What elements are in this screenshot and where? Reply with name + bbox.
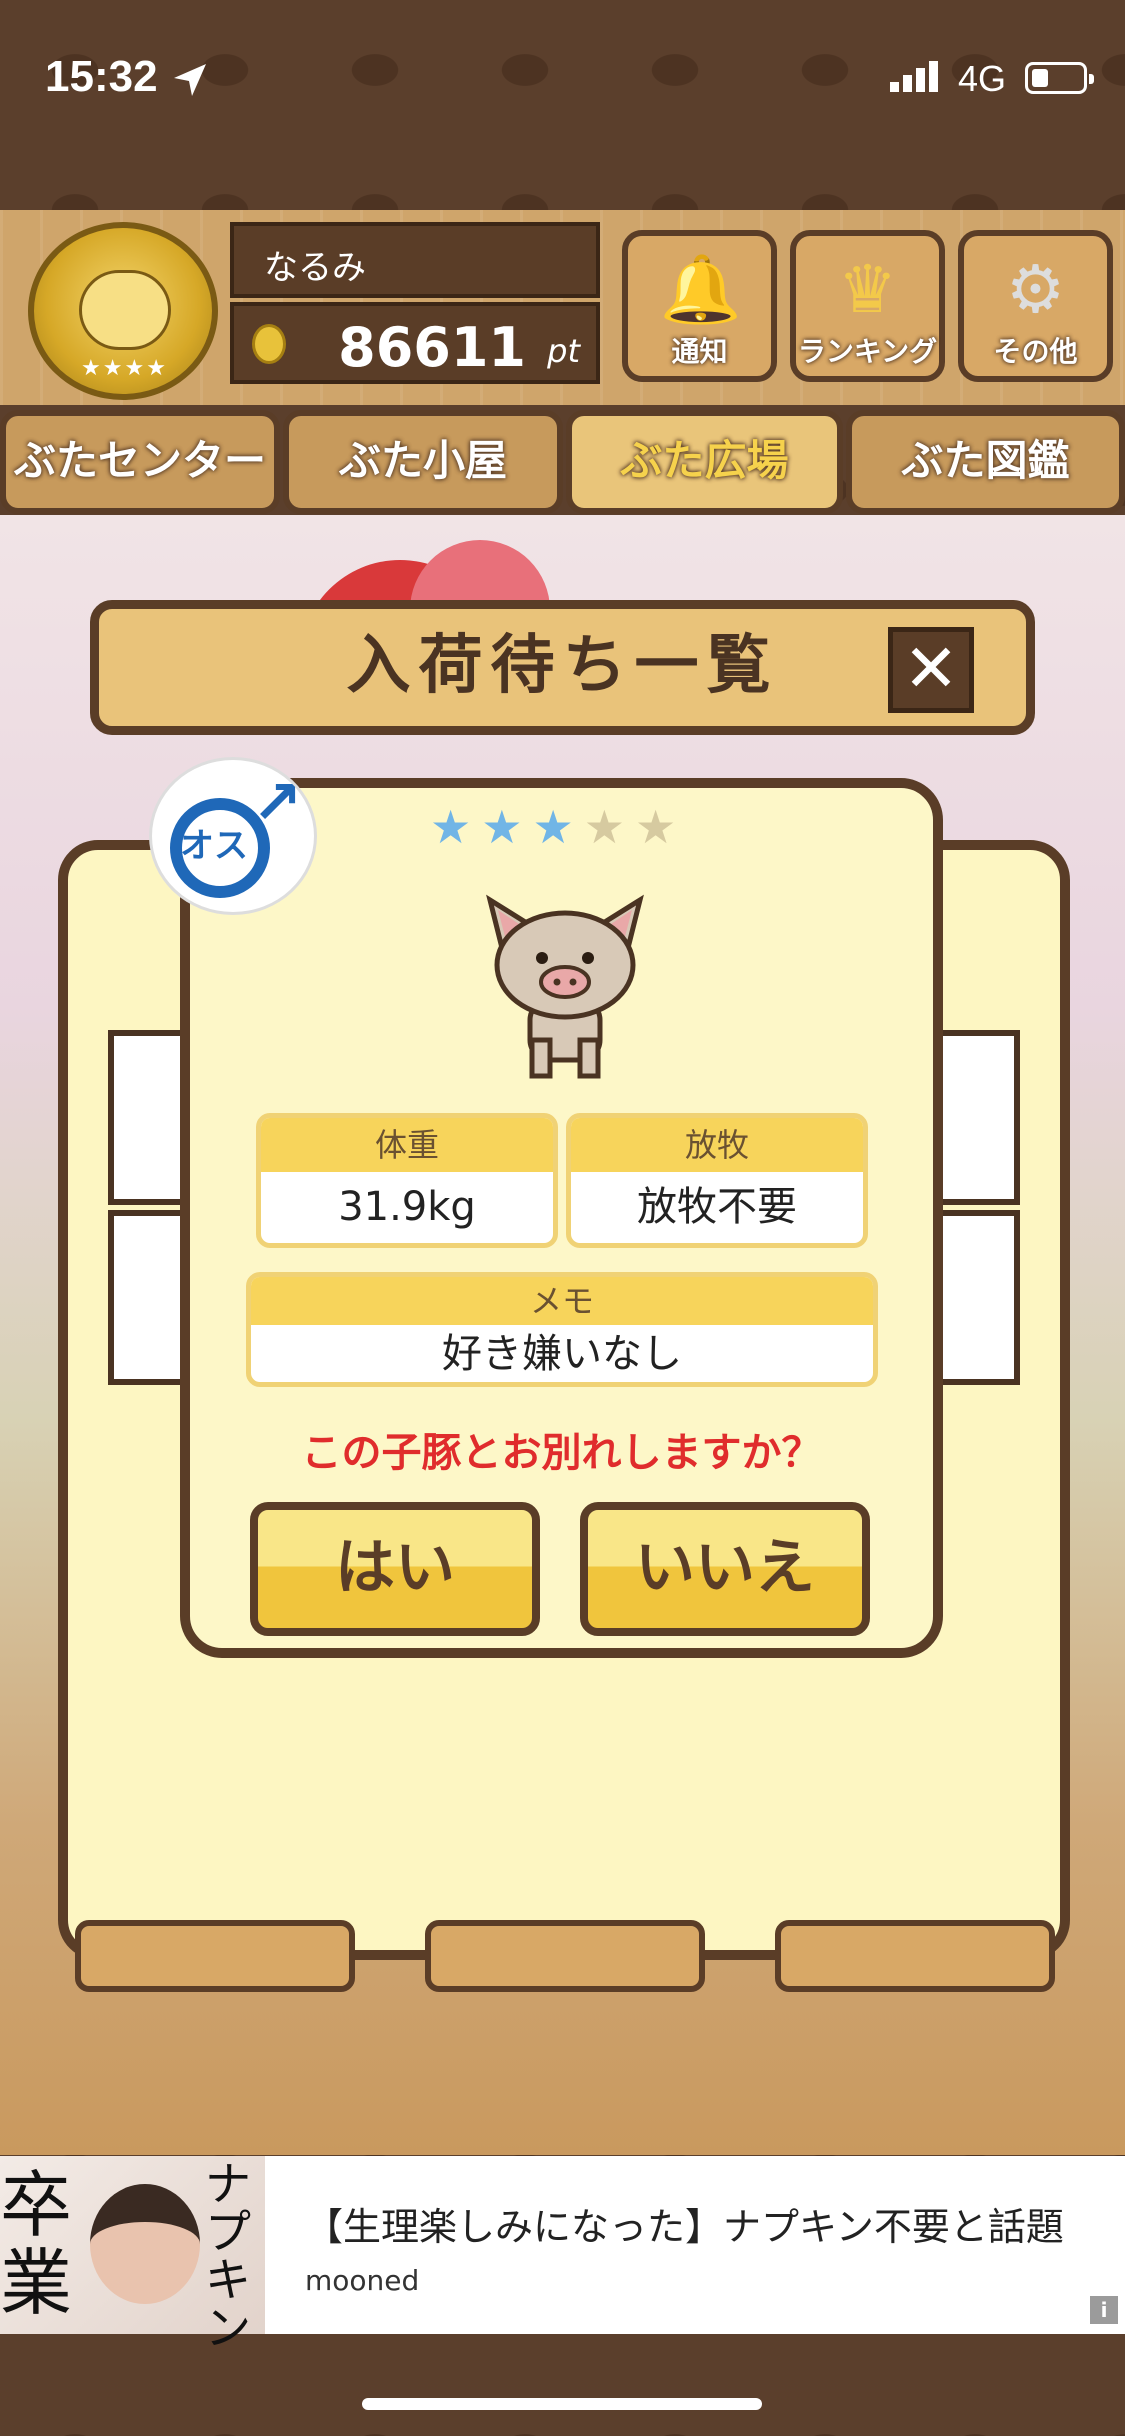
pig-face-icon	[79, 270, 171, 350]
ad-banner[interactable]: 卒業 ナプキン 【生理楽しみになった】ナプキン不要と話題 mooned i	[0, 2156, 1125, 2352]
points-unit: pt	[547, 332, 580, 370]
star-filled-icon: ★	[481, 800, 533, 854]
ranking-button[interactable]: ♛ ランキング	[790, 230, 945, 382]
weight-label: 体重	[261, 1118, 553, 1172]
ad-model-photo	[90, 2184, 200, 2304]
home-indicator[interactable]	[362, 2398, 762, 2410]
star-filled-icon: ★	[532, 800, 584, 854]
player-medal[interactable]: ★★★★	[28, 222, 218, 400]
tab-buta-zukan[interactable]: ぶた図鑑	[846, 410, 1125, 514]
ad-info-icon[interactable]: i	[1090, 2296, 1118, 2324]
farewell-question: この子豚とお別れしますか？	[301, 1430, 822, 1476]
ad-image-text: 卒業	[0, 2163, 73, 2325]
status-bar: 15:32 4G	[0, 0, 1125, 160]
network-type: 4G	[958, 58, 1007, 99]
star-empty-icon: ★	[635, 800, 687, 854]
star-filled-icon: ★	[430, 800, 482, 854]
ad-image-text: ナプキン	[205, 2157, 251, 2355]
coin-icon	[252, 324, 286, 364]
location-arrow-icon	[174, 64, 206, 96]
no-button[interactable]: いいえ	[580, 1502, 870, 1636]
signal-icon	[890, 61, 938, 92]
graze-label: 放牧	[571, 1118, 863, 1172]
medal-stars-icon: ★★★★	[81, 356, 168, 381]
other-button[interactable]: ⚙ その他	[958, 230, 1113, 382]
piglet-illustration	[486, 894, 644, 1079]
yes-button[interactable]: はい	[250, 1502, 540, 1636]
bottom-button[interactable]	[75, 1920, 355, 1992]
bell-icon: 🔔	[659, 251, 742, 328]
memo-value: 好き嫌いなし	[442, 1331, 682, 1377]
arrow-icon: ↗	[252, 768, 303, 838]
close-button[interactable]: ✕	[888, 627, 974, 713]
star-empty-icon: ★	[583, 800, 635, 854]
bottom-button[interactable]	[775, 1920, 1055, 1992]
weight-value: 31.9kg	[338, 1184, 476, 1230]
tab-buta-center[interactable]: ぶたセンター	[0, 410, 280, 514]
ad-advertiser: mooned	[305, 2264, 420, 2297]
ad-title[interactable]: 【生理楽しみになった】ナプキン不要と話題	[305, 2196, 1064, 2251]
status-time: 15:32	[45, 52, 158, 101]
notification-button[interactable]: 🔔 通知	[622, 230, 777, 382]
gear-icon: ⚙	[1005, 251, 1066, 328]
male-gender-badge: ↗ オス	[152, 760, 314, 912]
crown-icon: ♛	[837, 251, 898, 328]
battery-icon	[1025, 62, 1094, 94]
weight-stat: 体重 31.9kg	[256, 1113, 558, 1248]
points-display: 86611 pt	[230, 302, 600, 384]
ad-image[interactable]: 卒業 ナプキン	[0, 2156, 265, 2352]
rating-stars: ★★★★★	[430, 800, 686, 854]
memo-box: メモ 好き嫌いなし	[246, 1272, 878, 1387]
bottom-button[interactable]	[425, 1920, 705, 1992]
graze-value: 放牧不要	[637, 1184, 797, 1230]
points-value: 86611	[338, 316, 526, 379]
memo-label: メモ	[251, 1277, 873, 1325]
username-label: なるみ	[230, 222, 600, 298]
tab-buta-koya[interactable]: ぶた小屋	[283, 410, 563, 514]
tab-buta-hiroba[interactable]: ぶた広場	[566, 410, 843, 514]
graze-stat: 放牧 放牧不要	[566, 1113, 868, 1248]
